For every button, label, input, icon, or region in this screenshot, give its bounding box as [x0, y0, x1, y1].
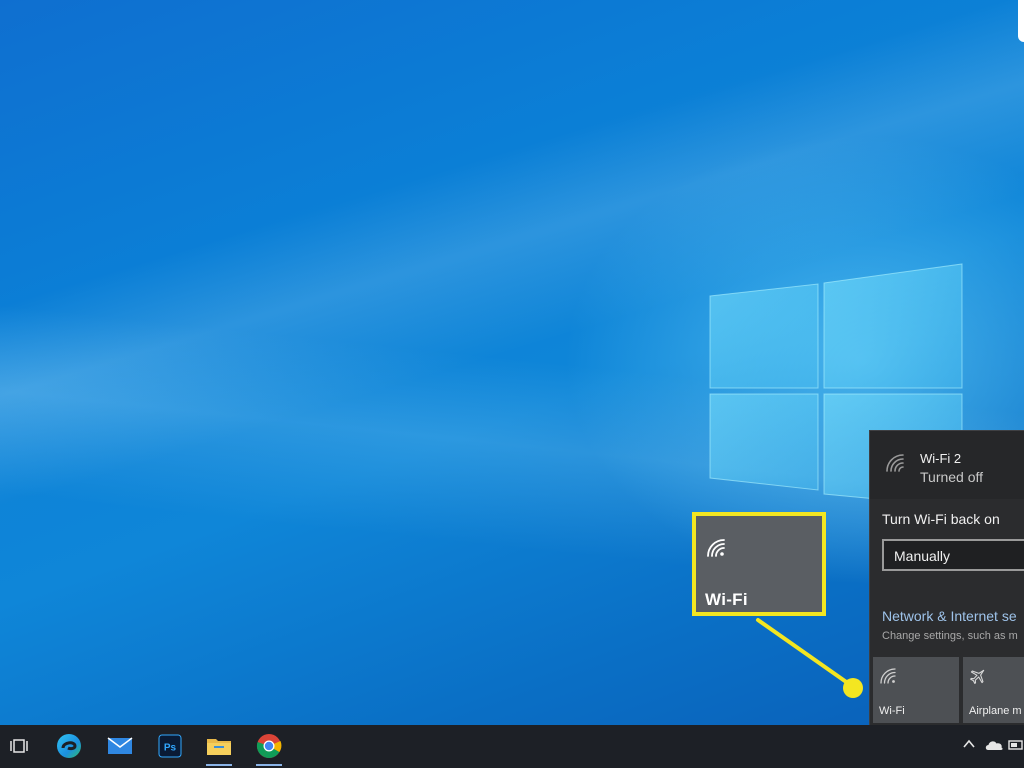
turn-wifi-back-label: Turn Wi-Fi back on	[882, 511, 1000, 527]
battery-icon[interactable]	[1008, 739, 1024, 751]
chrome-icon	[256, 734, 282, 759]
dropdown-value: Manually	[894, 548, 951, 564]
network-flyout: Wi-Fi 2 Turned off Turn Wi-Fi back on Ma…	[869, 430, 1024, 725]
file-explorer-taskbar-button[interactable]	[204, 731, 234, 766]
network-name: Wi-Fi 2	[920, 451, 962, 466]
network-settings-description: Change settings, such as m	[882, 630, 1018, 642]
active-app-indicator	[256, 764, 282, 766]
edge-icon	[57, 734, 81, 758]
wifi-quick-action[interactable]: Wi-Fi	[873, 657, 959, 723]
wifi-quick-action-label: Wi-Fi	[879, 705, 905, 717]
network-status: Turned off	[920, 469, 984, 485]
mail-taskbar-button[interactable]	[105, 731, 135, 761]
wifi-icon	[707, 539, 725, 557]
svg-text:Ps: Ps	[164, 743, 177, 754]
airplane-icon	[970, 669, 985, 684]
photoshop-icon: Ps	[158, 734, 182, 758]
corner-tab	[1018, 0, 1024, 42]
network-item-wifi-2[interactable]: Wi-Fi 2 Turned off	[870, 431, 1024, 499]
edge-taskbar-button[interactable]	[54, 731, 84, 761]
network-settings-link[interactable]: Network & Internet se	[882, 608, 1017, 624]
folder-icon	[207, 739, 231, 755]
callout-label: Wi-Fi	[705, 590, 748, 609]
task-view-button[interactable]	[4, 731, 34, 761]
wifi-icon	[886, 454, 904, 472]
mail-icon	[107, 737, 133, 754]
photoshop-taskbar-button[interactable]: Ps	[155, 731, 185, 761]
turn-wifi-back-dropdown[interactable]: Manually	[882, 539, 1024, 571]
chrome-taskbar-button[interactable]	[254, 731, 284, 766]
taskbar: Ps	[0, 725, 1024, 768]
active-app-indicator	[206, 764, 232, 766]
task-view-icon	[10, 739, 28, 753]
airplane-mode-quick-action[interactable]: Airplane m	[963, 657, 1024, 723]
wifi-callout: Wi-Fi	[692, 512, 826, 616]
onedrive-cloud-icon[interactable]	[984, 738, 1004, 752]
wifi-icon	[880, 668, 896, 684]
airplane-mode-label: Airplane m	[969, 705, 1022, 717]
chevron-up-icon[interactable]	[962, 737, 976, 751]
